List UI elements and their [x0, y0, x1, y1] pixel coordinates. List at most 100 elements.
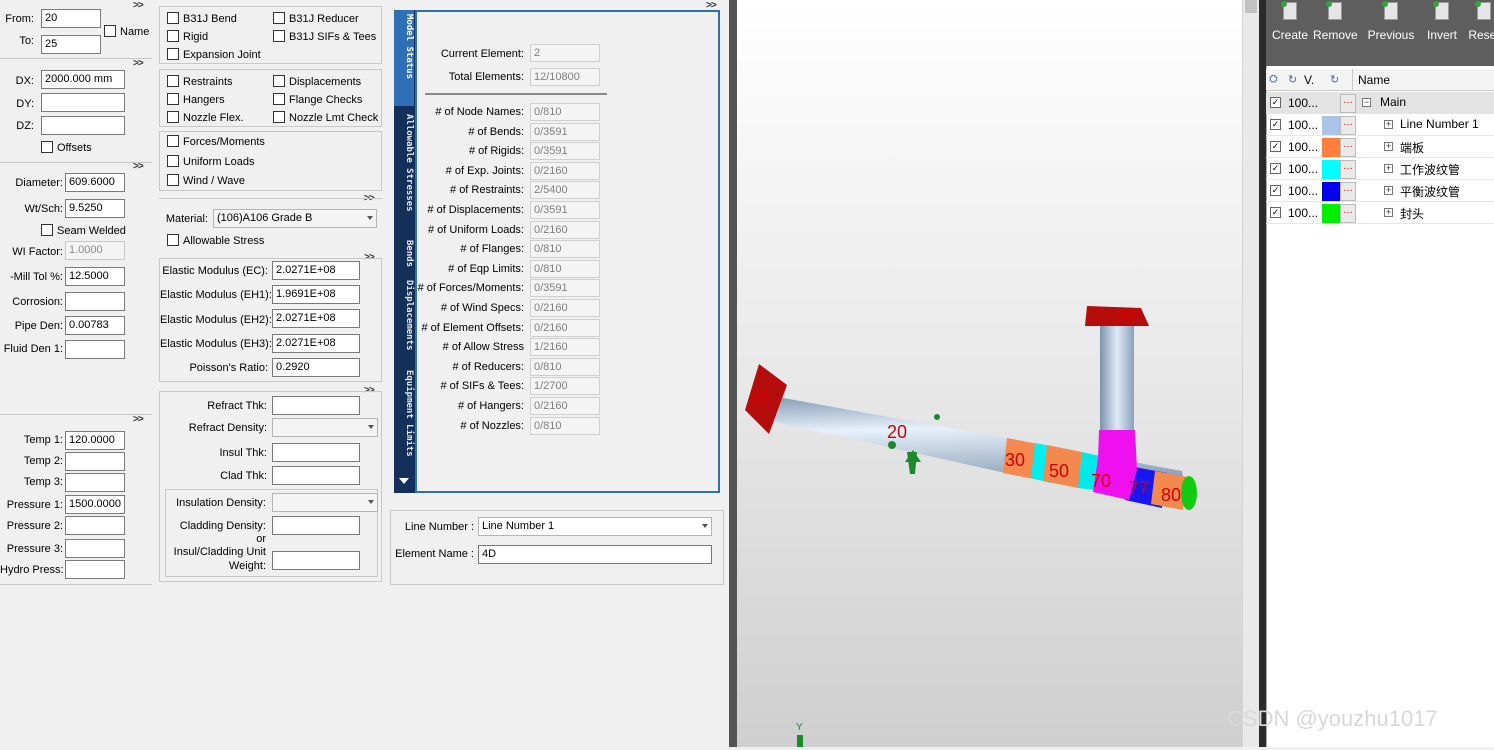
temp1-input[interactable]: 120.0000	[65, 431, 125, 450]
viewport-scrollbar[interactable]	[1242, 0, 1259, 747]
b31j-reducer-checkbox[interactable]: B31J Reducer	[273, 12, 359, 26]
more-icon[interactable]: …	[1340, 94, 1356, 113]
hangers-checkbox[interactable]: Hangers	[167, 93, 225, 107]
corrosion-input[interactable]	[65, 292, 125, 311]
seam-welded-checkbox[interactable]: Seam Welded	[41, 224, 126, 238]
nozzle-flex-checkbox[interactable]: Nozzle Flex.	[167, 111, 244, 125]
cladding-density-input[interactable]	[272, 516, 360, 535]
tree-row[interactable]: ✓ 100... … + 端板	[1266, 136, 1494, 158]
expander-icon[interactable]: +	[1384, 186, 1393, 195]
collapse-icon[interactable]: >>	[133, 0, 144, 11]
expansion-joint-checkbox[interactable]: Expansion Joint	[167, 48, 261, 62]
visible-checkbox[interactable]: ✓	[1270, 185, 1281, 196]
splitter[interactable]	[1259, 0, 1266, 747]
color-swatch[interactable]	[1322, 160, 1340, 179]
collapse-icon[interactable]: >>	[133, 161, 144, 172]
pressure1-input[interactable]: 1500.0000	[65, 495, 125, 514]
toolbar-create-button[interactable]: Create	[1268, 0, 1312, 60]
tree-row[interactable]: ✓ 100... … − Main	[1266, 92, 1494, 114]
column-v[interactable]: V.	[1304, 73, 1314, 87]
dz-input[interactable]	[41, 116, 125, 135]
refract-thk-input[interactable]	[272, 396, 360, 415]
poisson-input[interactable]: 0.2920	[272, 358, 360, 377]
uniform-loads-checkbox[interactable]: Uniform Loads	[167, 155, 255, 169]
element-name-input[interactable]: 4D	[478, 545, 712, 564]
hydro-input[interactable]	[65, 560, 125, 579]
expander-icon[interactable]: +	[1384, 142, 1393, 151]
name-checkbox[interactable]: Name	[104, 25, 149, 39]
tree-row[interactable]: ✓ 100... … + 工作波纹管	[1266, 158, 1494, 180]
more-icon[interactable]: …	[1340, 182, 1356, 201]
temp3-input[interactable]	[65, 473, 125, 492]
toolbar-previous-button[interactable]: Previous	[1365, 0, 1417, 60]
dx-input[interactable]: 2000.000 mm	[41, 70, 125, 89]
more-icon[interactable]: …	[1340, 138, 1356, 157]
collapse-icon[interactable]: >>	[133, 414, 144, 425]
toolbar-invert-button[interactable]: Invert	[1420, 0, 1464, 60]
tree-row[interactable]: ✓ 100... … + 封头	[1266, 202, 1494, 224]
more-icon[interactable]: …	[1340, 116, 1356, 135]
splitter[interactable]	[729, 0, 737, 747]
diameter-input[interactable]: 609.6000	[65, 173, 125, 192]
scrollbar-thumb[interactable]	[1245, 0, 1257, 13]
toolbar-reset-button[interactable]: Reset	[1462, 0, 1494, 60]
eh3-input[interactable]: 2.0271E+08	[272, 334, 360, 353]
ec-input[interactable]: 2.0271E+08	[272, 261, 360, 280]
insul-thk-input[interactable]	[272, 443, 360, 462]
rigid-checkbox[interactable]: Rigid	[167, 30, 208, 44]
temp2-input[interactable]	[65, 452, 125, 471]
color-swatch[interactable]	[1322, 94, 1340, 113]
insulation-density-select[interactable]	[272, 493, 378, 512]
visible-checkbox[interactable]: ✓	[1270, 163, 1281, 174]
refresh-icon[interactable]: ↻	[1288, 73, 1297, 86]
line-number-select[interactable]: Line Number 1	[478, 517, 712, 536]
expander-icon[interactable]: +	[1384, 120, 1393, 129]
color-swatch[interactable]	[1322, 116, 1340, 135]
restraints-checkbox[interactable]: Restraints	[167, 75, 233, 89]
collapse-icon[interactable]: >>	[133, 58, 144, 69]
from-input[interactable]: 20	[41, 9, 101, 28]
forces-moments-checkbox[interactable]: Forces/Moments	[167, 135, 265, 149]
pressure2-input[interactable]	[65, 516, 125, 535]
milltol-input[interactable]: 12.5000	[65, 267, 125, 286]
visible-checkbox[interactable]: ✓	[1270, 97, 1281, 108]
unit-weight-input[interactable]	[272, 551, 360, 570]
displacements-checkbox[interactable]: Displacements	[273, 75, 361, 89]
fluidden-input[interactable]	[65, 340, 125, 359]
flange-checks-checkbox[interactable]: Flange Checks	[273, 93, 362, 107]
color-icon[interactable]: ↻	[1330, 73, 1339, 86]
color-swatch[interactable]	[1322, 204, 1340, 223]
pipeden-input[interactable]: 0.00783	[65, 316, 125, 335]
dy-input[interactable]	[41, 93, 125, 112]
wind-wave-checkbox[interactable]: Wind / Wave	[167, 174, 245, 188]
material-select[interactable]: (106)A106 Grade B	[213, 209, 377, 228]
visibility-icon[interactable]: ⛭	[1269, 73, 1278, 86]
expander-icon[interactable]: −	[1362, 98, 1371, 107]
column-name[interactable]: Name	[1358, 73, 1390, 87]
expander-icon[interactable]: +	[1384, 208, 1393, 217]
color-swatch[interactable]	[1322, 182, 1340, 201]
wtsch-input[interactable]: 9.5250	[65, 199, 125, 218]
eh1-input[interactable]: 1.9691E+08	[272, 285, 360, 304]
scroll-down-icon[interactable]	[399, 478, 409, 484]
tree-row[interactable]: ✓ 100... … + Line Number 1	[1266, 114, 1494, 136]
pressure3-input[interactable]	[65, 539, 125, 558]
clad-thk-input[interactable]	[272, 466, 360, 485]
visible-checkbox[interactable]: ✓	[1270, 141, 1281, 152]
allowable-stress-checkbox[interactable]: Allowable Stress	[167, 234, 264, 248]
expander-icon[interactable]: +	[1384, 164, 1393, 173]
toolbar-remove-button[interactable]: Remove	[1313, 0, 1358, 60]
more-icon[interactable]: …	[1340, 160, 1356, 179]
to-input[interactable]: 25	[41, 35, 101, 54]
visible-checkbox[interactable]: ✓	[1270, 207, 1281, 218]
nozzle-lmt-checkbox[interactable]: Nozzle Lmt Check	[273, 111, 378, 125]
offsets-checkbox[interactable]: Offsets	[41, 141, 92, 155]
3d-viewport[interactable]: 10 20 30 50 70 77 80 90 Y	[737, 0, 1242, 747]
tree-row[interactable]: ✓ 100... … + 平衡波纹管	[1266, 180, 1494, 202]
refract-density-select[interactable]	[272, 418, 378, 437]
visible-checkbox[interactable]: ✓	[1270, 119, 1281, 130]
eh2-input[interactable]: 2.0271E+08	[272, 309, 360, 328]
b31j-sifs-checkbox[interactable]: B31J SIFs & Tees	[273, 30, 376, 44]
color-swatch[interactable]	[1322, 138, 1340, 157]
b31j-bend-checkbox[interactable]: B31J Bend	[167, 12, 237, 26]
